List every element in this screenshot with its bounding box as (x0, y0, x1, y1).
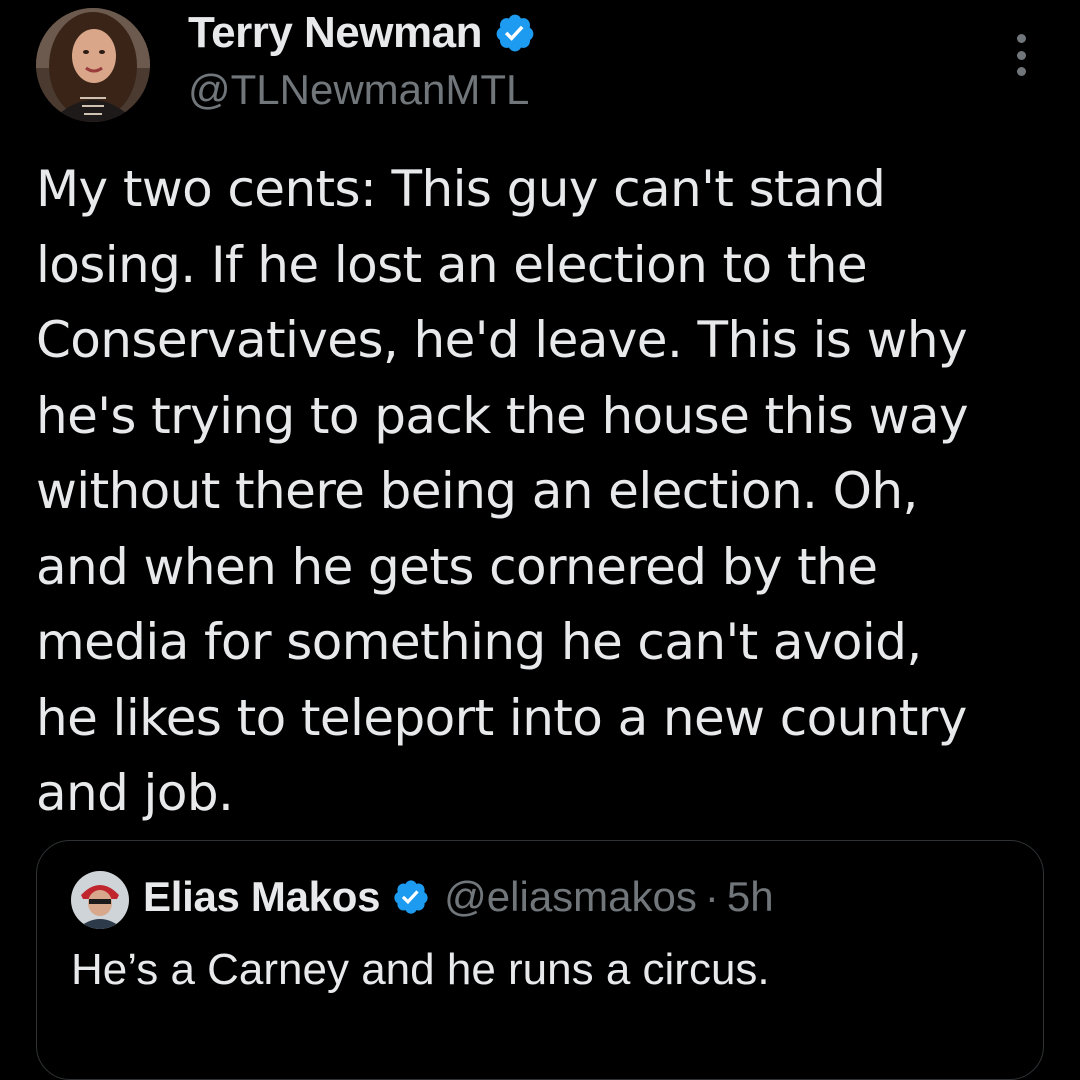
verified-badge-icon (394, 880, 428, 914)
more-dot (1016, 34, 1026, 43)
quoted-author-handle[interactable]: @eliasmakos (444, 873, 697, 921)
quoted-tweet-card[interactable]: Elias Makos @eliasmakos · 5h He’s a Carn… (36, 840, 1044, 1080)
quoted-tweet-header: Elias Makos @eliasmakos · 5h (143, 873, 774, 921)
author-avatar[interactable] (36, 8, 150, 122)
quoted-author-avatar (71, 871, 129, 929)
more-dot (1016, 50, 1026, 60)
more-options-icon[interactable] (1006, 34, 1036, 76)
header-separator: · (704, 873, 719, 920)
tweet-body: My two cents: This guy can't stand losin… (36, 160, 969, 822)
author-display-name[interactable]: Terry Newman (188, 8, 536, 58)
verified-badge-icon (496, 14, 534, 52)
quoted-tweet-body: He’s a Carney and he runs a circus. (71, 945, 770, 994)
author-name-text: Terry Newman (188, 8, 482, 57)
quoted-tweet-timestamp[interactable]: 5h (727, 873, 774, 921)
author-handle[interactable]: @TLNewmanMTL (188, 66, 529, 114)
more-dot (1016, 67, 1026, 76)
tweet: Terry Newman @TLNewmanMTL My two cents: … (0, 0, 1080, 1080)
quoted-author-name[interactable]: Elias Makos (143, 873, 380, 921)
